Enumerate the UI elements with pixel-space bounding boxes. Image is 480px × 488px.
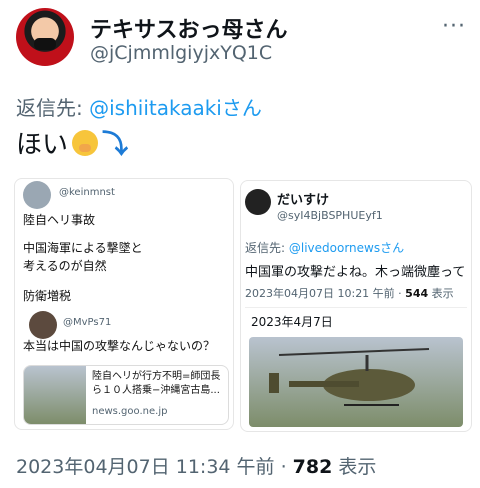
right-reply-line: 返信先: @livedoornewsさん [245, 239, 404, 256]
hand-over-mouth-emoji-icon [72, 129, 99, 156]
right-views-label: 表示 [428, 287, 454, 300]
left-line-4: 防衛増税 [23, 289, 72, 303]
right-meta: 2023年04月07日 10:21 午前 · 544 表示 [245, 285, 454, 301]
right-reply-label: 返信先: [245, 241, 289, 255]
reply-label: 返信先: [16, 96, 90, 120]
left-reply-text: 本当は中国の攻撃なんじゃないの？ [23, 339, 216, 353]
right-reply-target: @livedoornews [288, 241, 381, 255]
left-link-card[interactable]: 陸自ヘリが行方不明=師団長ら１０人搭乗−沖縄宮古島... news.goo.ne… [23, 365, 229, 425]
left-line-1: 陸自ヘリ事故 [23, 213, 96, 227]
author-name[interactable]: テキサスおっ母さん [90, 12, 288, 44]
left-reply-avatar [29, 311, 57, 339]
avatar-mask [34, 38, 56, 50]
left-top-handle: @keinmnst [59, 187, 115, 198]
left-line-2: 中国海軍による撃墜と [23, 241, 143, 255]
right-divider [245, 307, 467, 308]
tweet-text: ほい [16, 130, 69, 160]
right-name: だいすけ [277, 193, 330, 208]
tweet-time: 2023年04月07日 11:34 午前 · [16, 456, 293, 478]
reply-target-link[interactable]: @ishiitakaaki [89, 96, 222, 120]
left-link-thumbnail [24, 366, 86, 424]
helicopter-image [249, 337, 463, 427]
left-link-title: 陸自ヘリが行方不明=師団長ら１０人搭乗−沖縄宮古島... [92, 371, 221, 396]
reply-to-line: 返信先: @ishiitakaakiさん [16, 92, 262, 121]
right-views-number: 544 [405, 287, 429, 300]
right-avatar [245, 189, 271, 215]
helicopter-icon [269, 348, 430, 406]
right-image-caption: 2023年4月7日 [251, 315, 333, 329]
author-handle[interactable]: @jCjmmlgiyjxYQ1C [90, 42, 272, 64]
right-handle: @syI4BjBSPHUEyf1 [277, 209, 383, 222]
tweet-views-number: 782 [292, 456, 333, 478]
tweet-footer: 2023年04月07日 11:34 午前 · 782 表示 [16, 452, 376, 479]
left-line-3: 考えるのが自然 [23, 259, 107, 273]
right-time: 2023年04月07日 10:21 午前 · [245, 287, 406, 300]
author-avatar[interactable] [16, 8, 74, 66]
right-reply-suffix: さん [380, 241, 405, 255]
left-link-domain: news.goo.ne.jp [92, 406, 168, 417]
more-horizontal-icon[interactable]: ··· [442, 14, 466, 39]
arrow-down-icon: ⤵ [102, 130, 129, 160]
right-text: 中国軍の攻撃だよね。木っ端微塵って [245, 265, 466, 280]
tweet-views-label: 表示 [332, 456, 377, 478]
left-top-avatar [23, 181, 51, 209]
left-reply-handle: @MvPs71 [63, 317, 112, 328]
screenshot-right: だいすけ @syI4BjBSPHUEyf1 返信先: @livedoornews… [240, 180, 472, 432]
screenshot-left: @keinmnst 陸自ヘリ事故 中国海軍による撃墜と 考えるのが自然 防衛増税… [14, 178, 234, 430]
reply-target-suffix: さん [221, 96, 262, 120]
tweet-text-row: ほい ⤵ [16, 124, 128, 161]
